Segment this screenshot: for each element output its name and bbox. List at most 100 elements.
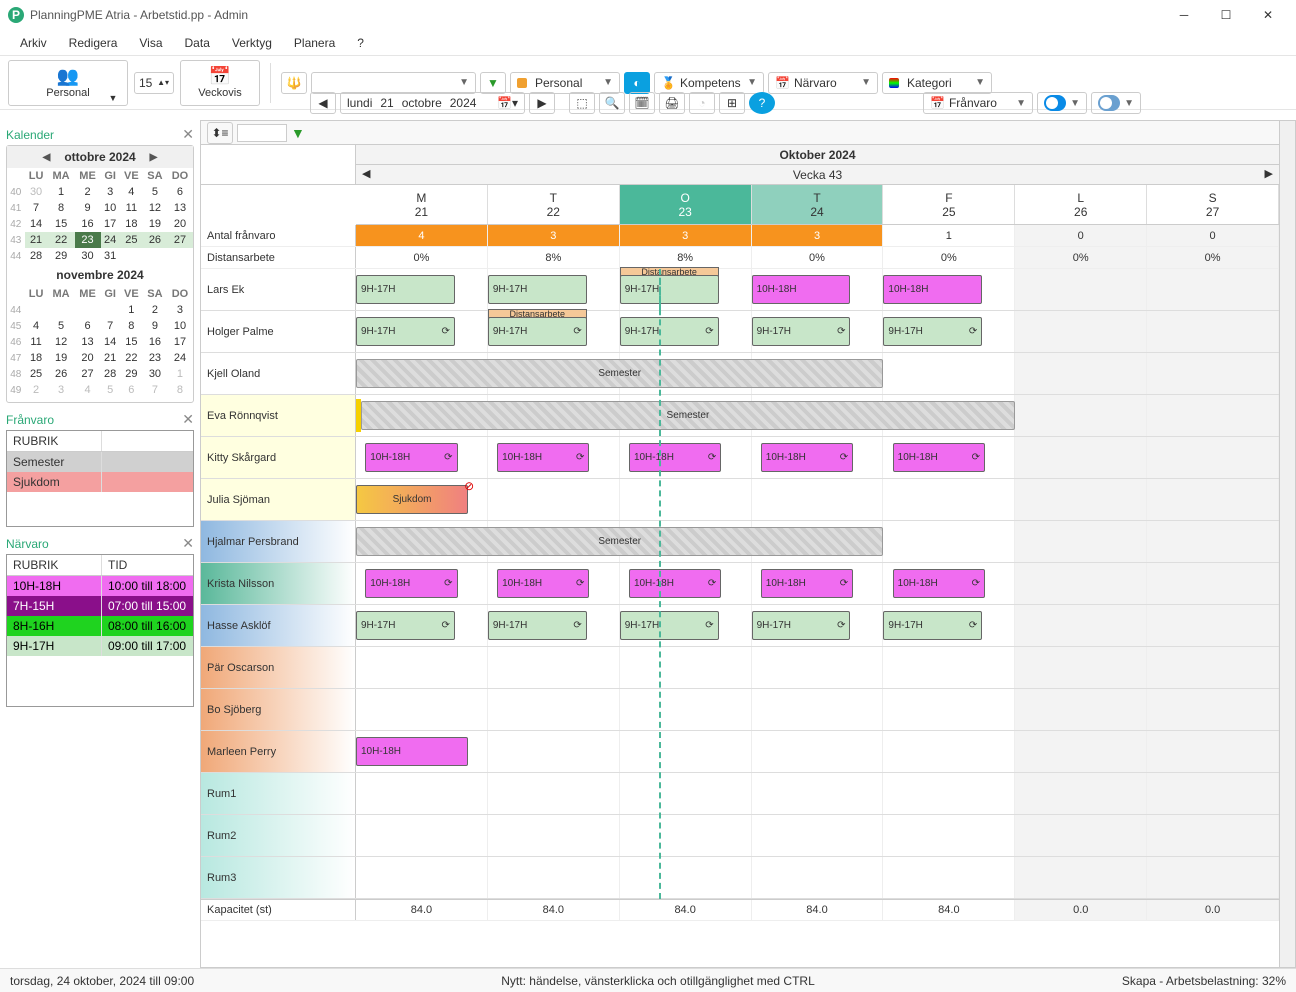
schedule-cell[interactable]	[1147, 395, 1279, 436]
menu-verktyg[interactable]: Verktyg	[222, 32, 282, 54]
schedule-cell[interactable]	[883, 521, 1015, 562]
calendar-day[interactable]: 1	[167, 366, 193, 382]
calendar-day[interactable]: 21	[25, 232, 48, 248]
schedule-cell[interactable]	[620, 437, 752, 478]
schedule-cell[interactable]	[488, 731, 620, 772]
calendar-day[interactable]: 20	[75, 350, 101, 366]
resource-label[interactable]: Rum3	[201, 857, 356, 898]
schedule-cell[interactable]	[1015, 605, 1147, 646]
toggle-1[interactable]: ▼	[1037, 92, 1087, 114]
calendar-day[interactable]: 1	[48, 184, 75, 200]
maximize-button[interactable]: ☐	[1206, 1, 1246, 29]
schedule-cell[interactable]	[752, 521, 884, 562]
resource-label[interactable]: Kitty Skårgard	[201, 437, 356, 478]
schedule-cell[interactable]	[752, 773, 884, 814]
calendar-day[interactable]	[167, 248, 193, 264]
schedule-cell[interactable]	[752, 731, 884, 772]
calendar-day[interactable]	[25, 302, 48, 318]
schedule-cell[interactable]	[1147, 731, 1279, 772]
calendar-day[interactable]: 2	[75, 184, 101, 200]
schedule-cell[interactable]	[1015, 311, 1147, 352]
schedule-cell[interactable]	[883, 857, 1015, 898]
schedule-cell[interactable]	[1015, 437, 1147, 478]
schedule-cell[interactable]	[1147, 521, 1279, 562]
calendar-day[interactable]: 9	[75, 200, 101, 216]
calendar-day[interactable]: 2	[143, 302, 167, 318]
day-column-header[interactable]: S27	[1147, 185, 1279, 224]
calendar-day[interactable]: 8	[48, 200, 75, 216]
calendar-day[interactable]: 30	[25, 184, 48, 200]
next-button[interactable]: ▶	[529, 92, 555, 114]
calendar-day[interactable]: 14	[25, 216, 48, 232]
schedule-cell[interactable]	[1147, 437, 1279, 478]
calendar-day[interactable]: 24	[101, 232, 120, 248]
schedule-cell[interactable]	[488, 647, 620, 688]
schedule-cell[interactable]	[1147, 815, 1279, 856]
help-icon[interactable]: ?	[749, 92, 775, 114]
zoom-icon[interactable]: 🔍	[599, 92, 625, 114]
calendar-day[interactable]: 19	[143, 216, 167, 232]
schedule-cell[interactable]	[752, 353, 884, 394]
calendar-day[interactable]: 6	[167, 184, 193, 200]
schedule-cell[interactable]	[1015, 731, 1147, 772]
schedule-cell[interactable]	[883, 773, 1015, 814]
schedule-cell[interactable]	[1147, 857, 1279, 898]
schedule-cell[interactable]	[620, 479, 752, 520]
prev-button[interactable]: ◀	[310, 92, 336, 114]
sort-icon[interactable]: ⬍≡	[207, 122, 233, 144]
calendar-day[interactable]: 12	[48, 334, 75, 350]
schedule-cell[interactable]	[356, 605, 488, 646]
schedule-cell[interactable]	[752, 605, 884, 646]
schedule-cell[interactable]	[356, 815, 488, 856]
narvaro-item[interactable]: 7H-15H07:00 till 15:00	[7, 596, 193, 616]
schedule-cell[interactable]	[883, 563, 1015, 604]
schedule-cell[interactable]	[356, 773, 488, 814]
filter-input[interactable]	[237, 124, 287, 142]
schedule-cell[interactable]	[356, 395, 488, 436]
prev-month-icon[interactable]: ◀	[37, 152, 57, 163]
schedule-cell[interactable]	[356, 563, 488, 604]
schedule-cell[interactable]	[1015, 521, 1147, 562]
hierarchy-icon[interactable]: 🔱	[281, 72, 307, 94]
vertical-scrollbar[interactable]	[1279, 121, 1295, 967]
calendar-day[interactable]: 14	[101, 334, 120, 350]
schedule-cell[interactable]	[752, 647, 884, 688]
schedule-cell[interactable]	[488, 353, 620, 394]
schedule-cell[interactable]	[752, 857, 884, 898]
schedule-cell[interactable]	[620, 647, 752, 688]
calendar-day[interactable]: 16	[143, 334, 167, 350]
schedule-cell[interactable]	[1015, 353, 1147, 394]
calendar-day[interactable]: 22	[120, 350, 143, 366]
calendar-day[interactable]	[75, 302, 101, 318]
schedule-cell[interactable]	[488, 311, 620, 352]
schedule-cell[interactable]	[883, 269, 1015, 310]
schedule-cell[interactable]	[488, 437, 620, 478]
schedule-cell[interactable]	[752, 479, 884, 520]
calendar-day[interactable]: 31	[101, 248, 120, 264]
calendar-day[interactable]: 26	[48, 366, 75, 382]
calendar-day[interactable]: 18	[120, 216, 143, 232]
calendar-day[interactable]: 7	[143, 382, 167, 398]
calendar-day[interactable]: 17	[167, 334, 193, 350]
resource-label[interactable]: Hasse Asklöf	[201, 605, 356, 646]
calendar-day[interactable]	[143, 248, 167, 264]
resource-label[interactable]: Rum1	[201, 773, 356, 814]
schedule-cell[interactable]	[1147, 563, 1279, 604]
calendar-day[interactable]: 6	[75, 318, 101, 334]
schedule-cell[interactable]	[1147, 269, 1279, 310]
menu-redigera[interactable]: Redigera	[59, 32, 128, 54]
calendar-day[interactable]: 24	[167, 350, 193, 366]
resource-label[interactable]: Lars Ek	[201, 269, 356, 310]
schedule-cell[interactable]	[752, 689, 884, 730]
calendar-day[interactable]	[101, 302, 120, 318]
calendar-day[interactable]: 10	[167, 318, 193, 334]
calendar-day[interactable]: 6	[120, 382, 143, 398]
schedule-cell[interactable]	[356, 437, 488, 478]
schedule-cell[interactable]	[1015, 395, 1147, 436]
minimize-button[interactable]: ─	[1164, 1, 1204, 29]
calendar-day[interactable]: 5	[48, 318, 75, 334]
resource-label[interactable]: Eva Rönnqvist	[201, 395, 356, 436]
day-column-header[interactable]: T22	[488, 185, 620, 224]
schedule-cell[interactable]	[620, 689, 752, 730]
schedule-cell[interactable]	[620, 857, 752, 898]
